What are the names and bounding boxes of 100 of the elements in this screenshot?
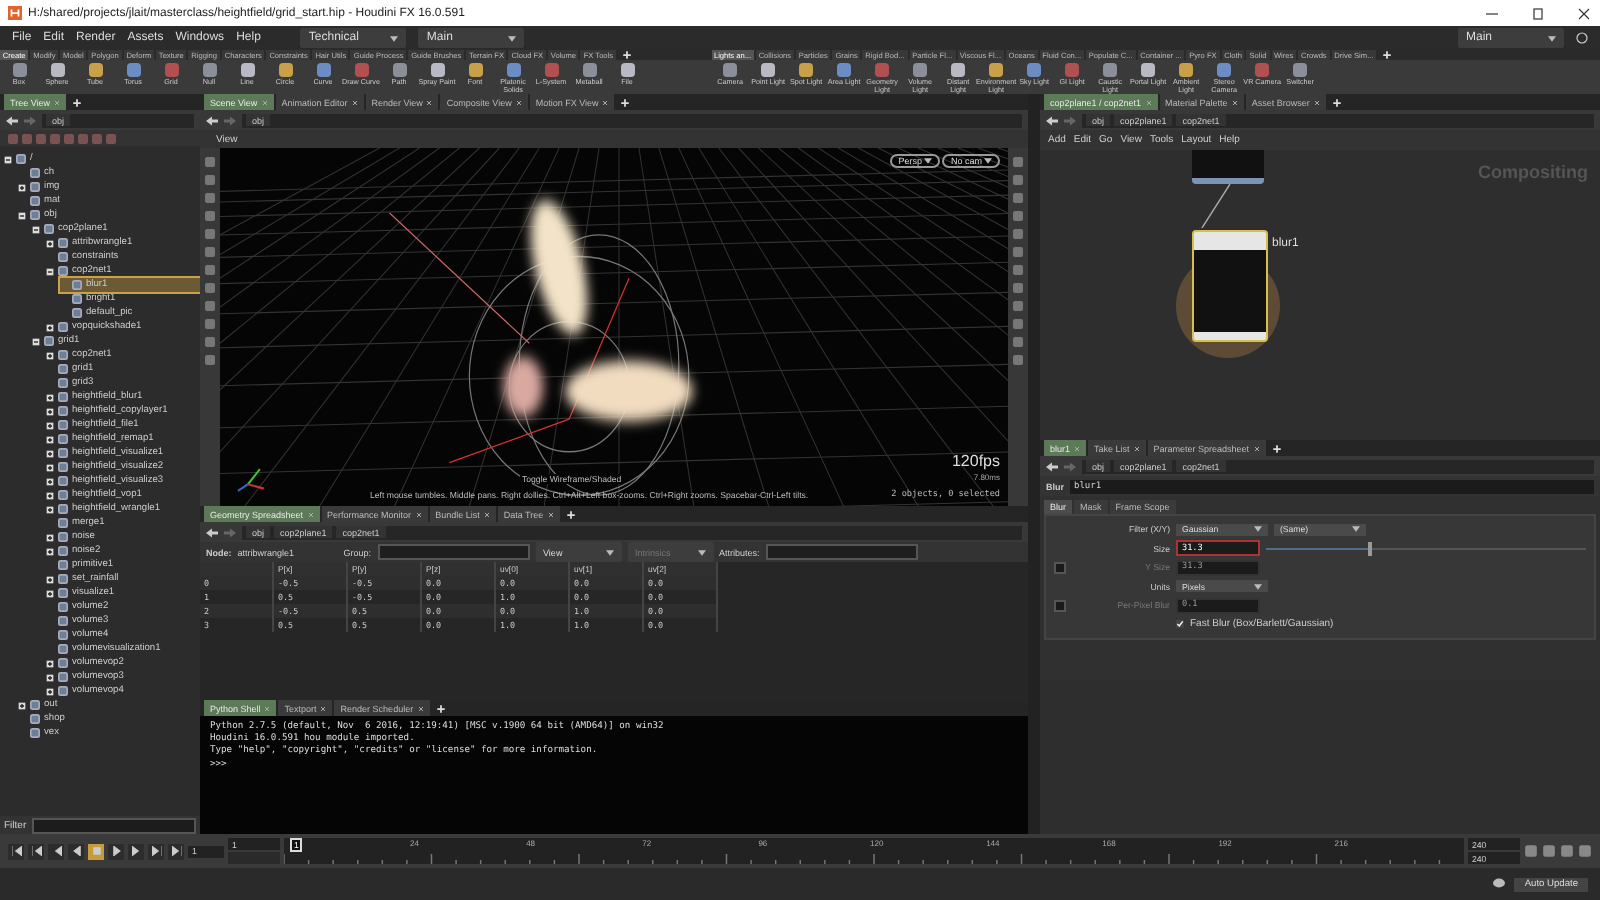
node-icon bbox=[72, 308, 82, 318]
tool-icon bbox=[760, 62, 777, 78]
expand-icon[interactable] bbox=[46, 547, 54, 555]
tool-icon bbox=[391, 62, 407, 78]
axis-gizmo-icon bbox=[237, 468, 265, 492]
close-icon[interactable] bbox=[1576, 7, 1592, 19]
plus-icon[interactable] bbox=[565, 509, 576, 519]
tool-icon bbox=[1064, 62, 1081, 78]
back-arrow-icon[interactable] bbox=[1046, 115, 1058, 125]
tool-icon bbox=[125, 62, 141, 78]
node-icon bbox=[58, 504, 68, 514]
checkmark-icon bbox=[1176, 620, 1184, 628]
plus-icon[interactable] bbox=[620, 97, 631, 107]
playback-button[interactable] bbox=[148, 843, 164, 859]
expand-icon[interactable] bbox=[46, 449, 54, 457]
plus-icon[interactable] bbox=[1331, 97, 1342, 107]
playback-icon bbox=[171, 846, 181, 856]
node-icon bbox=[30, 168, 40, 178]
tool-icon bbox=[950, 62, 967, 78]
group-field[interactable] bbox=[377, 544, 530, 560]
tool-icon bbox=[505, 62, 521, 78]
playback-button[interactable] bbox=[48, 843, 64, 859]
playback-button[interactable] bbox=[68, 843, 84, 859]
node-icon bbox=[58, 420, 68, 430]
expand-icon[interactable] bbox=[46, 533, 54, 541]
expand-icon[interactable] bbox=[46, 589, 54, 597]
playback-icon bbox=[31, 846, 41, 856]
range-field[interactable] bbox=[228, 852, 280, 864]
node-icon bbox=[58, 252, 68, 262]
speech-bubble-icon[interactable] bbox=[1492, 878, 1507, 890]
maximize-icon[interactable] bbox=[1530, 7, 1546, 19]
expand-icon[interactable] bbox=[46, 435, 54, 443]
expand-icon[interactable] bbox=[46, 575, 54, 583]
expand-icon[interactable] bbox=[46, 477, 54, 485]
node-icon bbox=[58, 490, 68, 500]
plus-icon[interactable] bbox=[1271, 443, 1282, 453]
playback-button[interactable] bbox=[88, 843, 104, 859]
node-icon bbox=[58, 448, 68, 458]
plus-icon[interactable] bbox=[72, 97, 83, 107]
node-icon bbox=[44, 224, 54, 234]
plus-icon[interactable] bbox=[621, 50, 632, 60]
caret-icon bbox=[508, 35, 517, 41]
node-icon bbox=[58, 588, 68, 598]
collapse-icon[interactable] bbox=[18, 211, 26, 219]
expand-icon[interactable] bbox=[46, 687, 54, 695]
node-icon bbox=[58, 560, 68, 570]
caret-icon bbox=[390, 35, 399, 41]
node-icon bbox=[58, 350, 68, 360]
collapse-icon[interactable] bbox=[32, 225, 40, 233]
expand-icon[interactable] bbox=[46, 659, 54, 667]
node-icon bbox=[58, 630, 68, 640]
node-icon bbox=[58, 574, 68, 584]
collapse-icon[interactable] bbox=[32, 337, 40, 345]
tool-icon bbox=[87, 62, 103, 78]
expand-icon[interactable] bbox=[46, 421, 54, 429]
tool-icon bbox=[315, 62, 331, 78]
expand-icon[interactable] bbox=[46, 463, 54, 471]
tool-icon bbox=[722, 62, 739, 78]
expand-icon[interactable] bbox=[46, 393, 54, 401]
expand-icon[interactable] bbox=[46, 351, 54, 359]
attributes-field[interactable] bbox=[765, 544, 918, 560]
node-icon bbox=[30, 182, 40, 192]
playback-button[interactable] bbox=[108, 843, 124, 859]
caret-icon bbox=[924, 158, 932, 164]
expand-icon[interactable] bbox=[46, 239, 54, 247]
playback-icon bbox=[11, 846, 21, 856]
back-arrow-icon[interactable] bbox=[206, 527, 218, 537]
back-arrow-icon[interactable] bbox=[6, 115, 18, 125]
expand-icon[interactable] bbox=[18, 701, 26, 709]
caret-icon bbox=[1352, 526, 1360, 532]
node-icon bbox=[58, 672, 68, 682]
expand-icon[interactable] bbox=[46, 673, 54, 681]
playback-button[interactable] bbox=[128, 843, 144, 859]
collapse-icon[interactable] bbox=[4, 155, 12, 163]
collapse-icon[interactable] bbox=[46, 267, 54, 275]
playback-button[interactable] bbox=[8, 843, 24, 859]
expand-icon[interactable] bbox=[18, 183, 26, 191]
back-arrow-icon[interactable] bbox=[206, 115, 218, 125]
help-icon[interactable] bbox=[1576, 32, 1588, 44]
slider-handle[interactable] bbox=[1368, 541, 1373, 555]
expand-icon[interactable] bbox=[46, 505, 54, 513]
playback-icon bbox=[151, 846, 161, 856]
tool-icon bbox=[1292, 62, 1309, 78]
tool-icon bbox=[1254, 62, 1271, 78]
filter-field[interactable] bbox=[32, 817, 196, 833]
tool-icon bbox=[201, 62, 217, 78]
node-icon bbox=[58, 546, 68, 556]
expand-icon[interactable] bbox=[46, 491, 54, 499]
playback-button[interactable] bbox=[168, 843, 184, 859]
expand-icon[interactable] bbox=[46, 407, 54, 415]
back-arrow-icon[interactable] bbox=[1046, 461, 1058, 471]
plus-icon[interactable] bbox=[435, 703, 446, 713]
node-thumbnail[interactable] bbox=[1192, 230, 1268, 342]
playback-button[interactable] bbox=[28, 843, 44, 859]
node-icon bbox=[58, 434, 68, 444]
plus-icon[interactable] bbox=[1382, 50, 1393, 60]
node-icon bbox=[30, 196, 40, 206]
expand-icon[interactable] bbox=[46, 323, 54, 331]
minimize-icon[interactable] bbox=[1484, 7, 1500, 19]
tool-icon bbox=[1216, 62, 1233, 78]
